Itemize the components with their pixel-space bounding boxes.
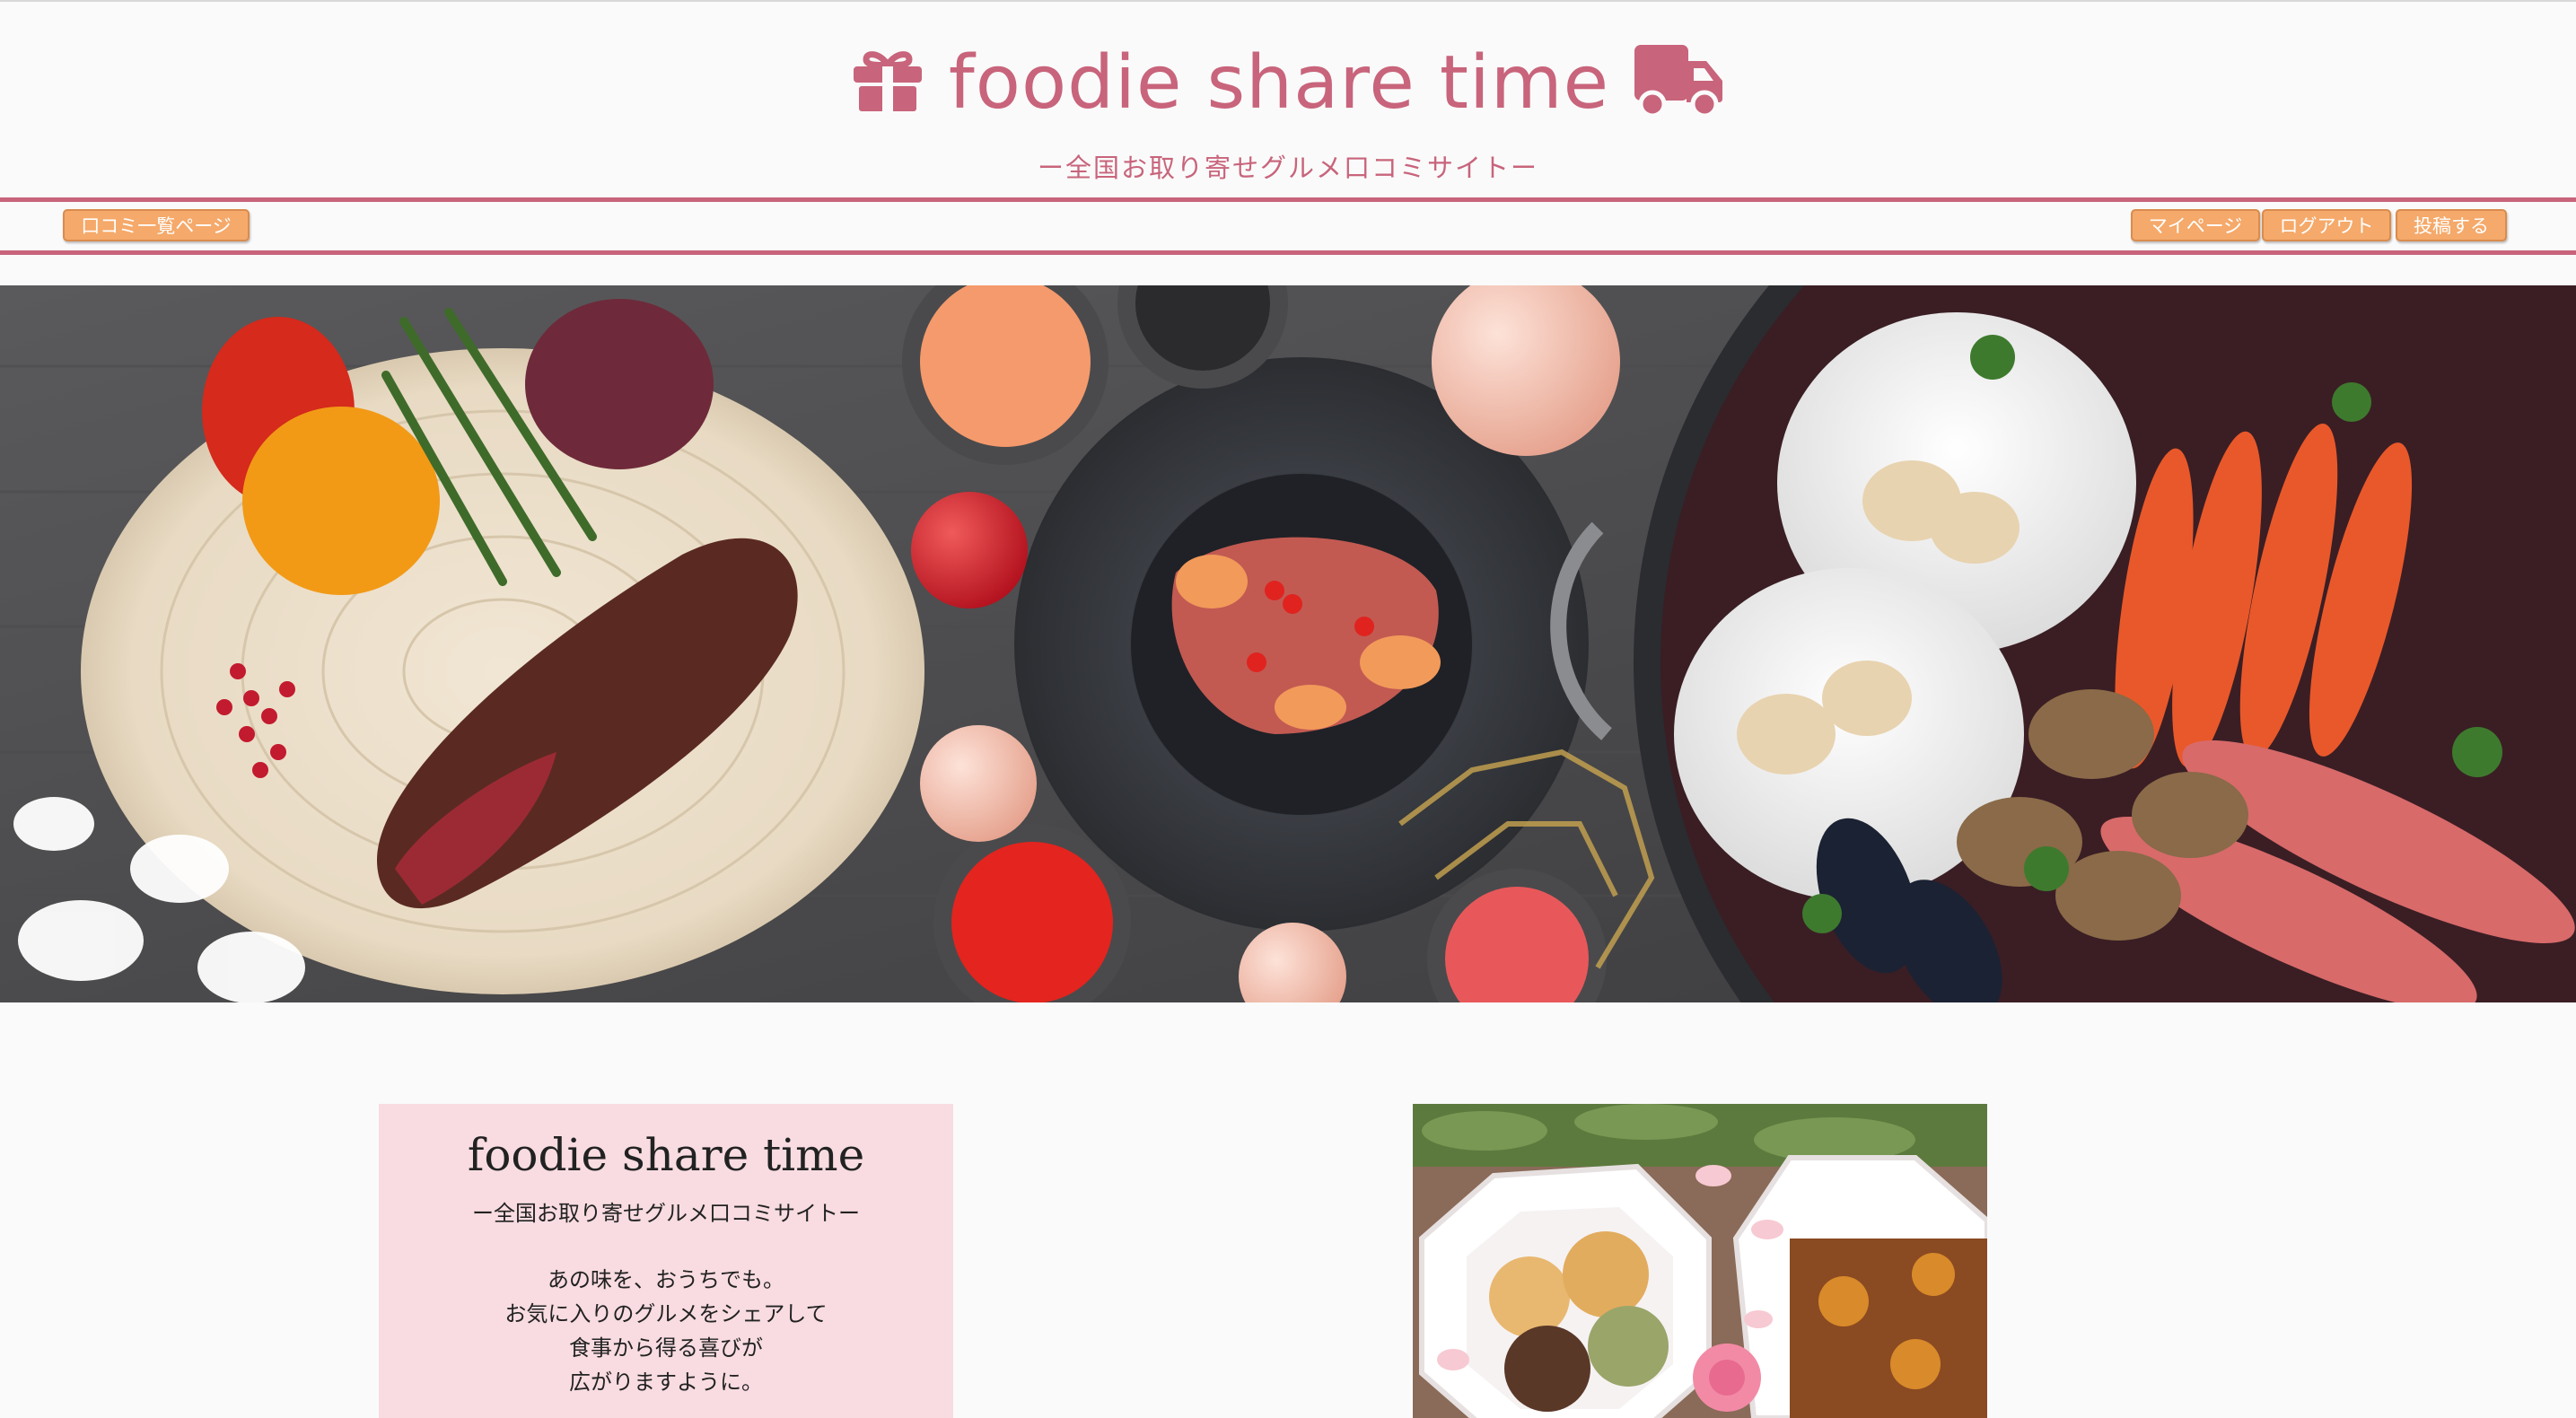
site-title: foodie share time bbox=[948, 40, 1610, 126]
about-text: あの味を、おうちでも。 お気に入りのグルメをシェアして 食事から得る喜びが 広が… bbox=[379, 1263, 953, 1399]
nav-bottom-rule bbox=[0, 250, 2576, 255]
review-list-button[interactable]: 口コミ一覧ページ bbox=[63, 209, 250, 241]
hero-banner bbox=[0, 285, 2576, 1002]
mypage-button[interactable]: マイページ bbox=[2131, 209, 2260, 241]
side-image bbox=[1413, 1104, 1987, 1418]
hero-food-photo bbox=[0, 285, 2576, 1002]
sweets-photo bbox=[1413, 1104, 1987, 1418]
about-title: foodie share time bbox=[467, 1129, 865, 1181]
logout-button[interactable]: ログアウト bbox=[2262, 209, 2391, 241]
about-subtitle: ー全国お取り寄せグルメ口コミサイトー bbox=[472, 1201, 860, 1226]
about-line: 広がりますように。 bbox=[569, 1370, 763, 1395]
site-subtitle: ー全国お取り寄せグルメ口コミサイトー bbox=[1037, 153, 1538, 183]
about-line: 食事から得る喜びが bbox=[569, 1335, 763, 1361]
brand[interactable]: foodie share time bbox=[0, 34, 2576, 133]
about-card: foodie share time ー全国お取り寄せグルメ口コミサイトー あの味… bbox=[379, 1104, 953, 1418]
about-line: お気に入りのグルメをシェアして bbox=[504, 1301, 828, 1326]
nav-top-rule bbox=[0, 197, 2576, 202]
truck-icon bbox=[1634, 45, 1724, 122]
site-header: foodie share time ー全国お取り寄せグルメ口コミサイトー bbox=[0, 0, 2576, 188]
about-line: あの味を、おうちでも。 bbox=[548, 1267, 784, 1292]
gift-icon bbox=[852, 50, 924, 117]
post-button[interactable]: 投稿する bbox=[2396, 209, 2507, 241]
